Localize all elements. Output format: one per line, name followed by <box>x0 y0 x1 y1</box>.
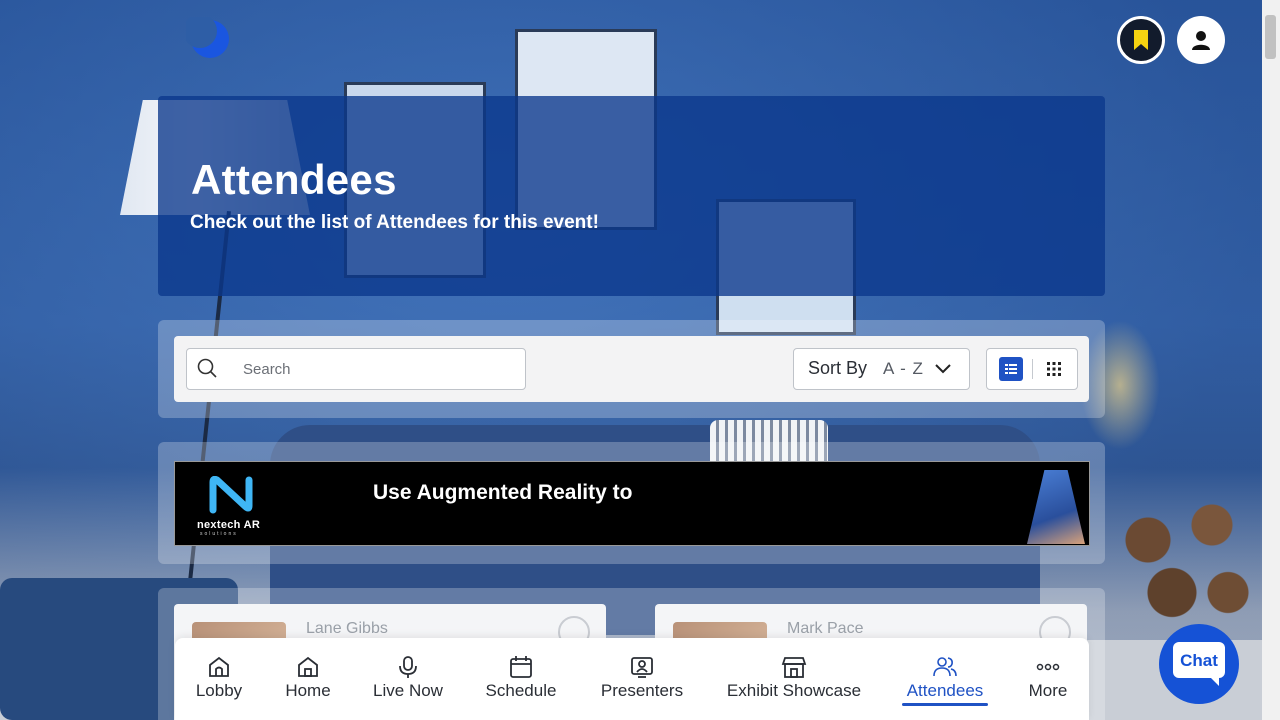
sponsor-headline: Use Augmented Reality to <box>373 481 633 504</box>
hero-banner: Attendees Check out the list of Attendee… <box>158 96 1105 296</box>
bottom-nav: Lobby Home Live Now Schedule Presenters … <box>175 638 1089 720</box>
grid-view-icon <box>1047 362 1061 376</box>
more-icon <box>1036 663 1060 671</box>
nav-item-more[interactable]: More <box>1022 638 1074 720</box>
search-icon <box>197 358 217 378</box>
sponsor-banner[interactable]: nextech AR solutions Use Augmented Reali… <box>174 461 1090 546</box>
sort-value: A - Z <box>883 359 924 378</box>
sort-label: Sort By <box>808 358 868 378</box>
profile-button[interactable] <box>1177 16 1225 64</box>
nav-label: Home <box>285 681 331 700</box>
nav-label: Presenters <box>600 681 684 700</box>
users-icon <box>933 657 957 677</box>
nav-item-attendees[interactable]: Attendees <box>902 638 988 720</box>
nav-label: More <box>1028 681 1068 700</box>
chat-button[interactable]: Chat <box>1159 624 1239 704</box>
list-view-button[interactable] <box>999 357 1023 381</box>
attendee-name: Mark Pace <box>787 620 864 637</box>
chevron-down-icon <box>935 364 951 374</box>
list-view-icon <box>1005 364 1017 374</box>
attendee-name: Lane Gibbs <box>306 620 388 637</box>
nav-item-schedule[interactable]: Schedule <box>479 638 563 720</box>
nav-item-lobby[interactable]: Lobby <box>189 638 249 720</box>
divider <box>1032 359 1033 379</box>
page-title: Attendees <box>191 156 397 203</box>
bookmark-icon <box>1134 30 1148 50</box>
grid-view-button[interactable] <box>1042 357 1066 381</box>
page-subtitle: Check out the list of Attendees for this… <box>190 212 599 233</box>
nextech-logo-icon <box>209 476 253 514</box>
search-box[interactable] <box>186 348 526 390</box>
sponsor-brand-sub: solutions <box>200 531 238 537</box>
presenter-icon <box>631 657 653 678</box>
nav-item-home[interactable]: Home <box>278 638 338 720</box>
scrollbar[interactable] <box>1262 0 1280 720</box>
microphone-icon <box>399 656 417 678</box>
ar-phone-image <box>1027 470 1085 544</box>
nav-label: Live Now <box>373 681 443 700</box>
lobby-icon <box>209 656 229 677</box>
calendar-icon <box>510 656 532 678</box>
store-icon <box>781 657 807 678</box>
nav-item-live-now[interactable]: Live Now <box>368 638 448 720</box>
nav-label: Schedule <box>485 681 557 700</box>
chat-label: Chat <box>1180 651 1218 670</box>
sort-dropdown[interactable]: Sort By A - Z <box>793 348 970 390</box>
home-icon <box>298 656 318 677</box>
nav-label: Exhibit Showcase <box>726 681 862 700</box>
scrollbar-thumb[interactable] <box>1265 15 1276 59</box>
bookmarks-button[interactable] <box>1117 16 1165 64</box>
nav-item-exhibit-showcase[interactable]: Exhibit Showcase <box>723 638 865 720</box>
nav-label: Lobby <box>195 681 243 700</box>
sponsor-brand: nextech AR <box>197 519 261 531</box>
nav-label: Attendees <box>906 681 984 700</box>
view-toggle <box>986 348 1078 390</box>
user-icon <box>1192 31 1210 50</box>
nav-item-presenters[interactable]: Presenters <box>596 638 688 720</box>
firewood-logs <box>1100 480 1260 630</box>
active-tab-indicator <box>902 703 988 706</box>
search-input[interactable] <box>241 355 515 383</box>
moon-logo-icon[interactable] <box>183 14 230 61</box>
